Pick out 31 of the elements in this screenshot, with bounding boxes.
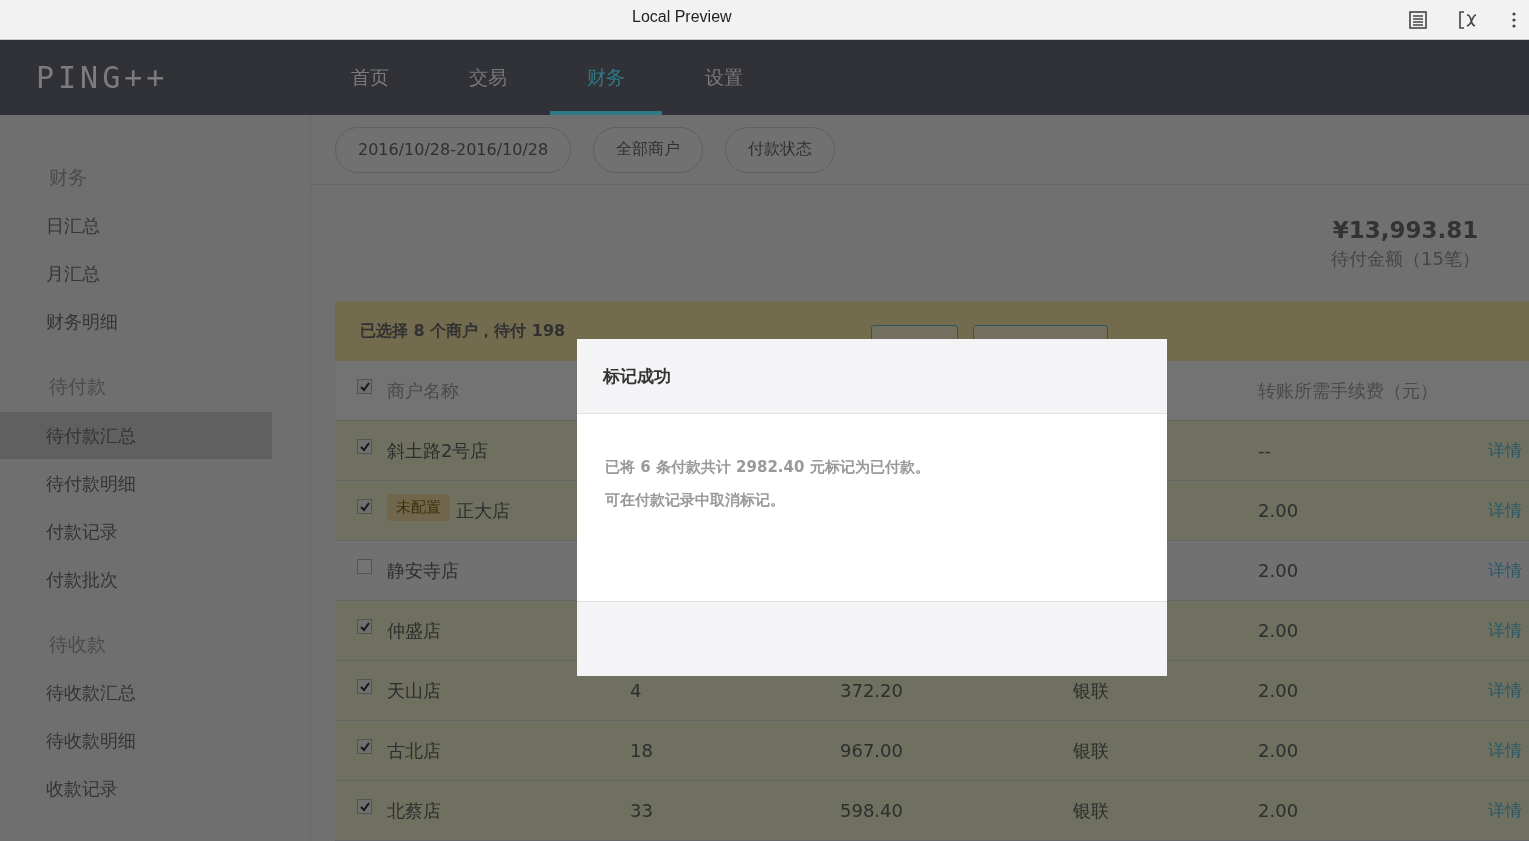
table-cell: 4 <box>630 680 642 701</box>
dialog-message: 已将 6 条付款共计 2982.40 元标记为已付款。 <box>605 458 931 477</box>
table-cell: 2.00 <box>1258 740 1299 761</box>
dialog-title: 标记成功 <box>603 364 671 388</box>
table-cell: 2.00 <box>1258 620 1299 641</box>
table-cell: 银联 <box>1073 679 1109 701</box>
logo: PING++ <box>35 60 170 95</box>
merchant-name: 仲盛店 <box>387 618 441 643</box>
table-cell: 2.00 <box>1258 800 1299 821</box>
merchant-name: 斜土路2号店 <box>387 438 489 463</box>
table-cell: 银联 <box>1073 799 1109 821</box>
merchant-name: 北蔡店 <box>387 798 441 823</box>
table-cell: 2.00 <box>1258 680 1299 701</box>
table-cell: -- <box>1258 440 1271 461</box>
window-title: Local Preview <box>632 8 732 26</box>
table-cell: 967.00 <box>840 740 903 761</box>
merchant-name: 古北店 <box>387 738 441 763</box>
stat-amount: ¥13,993.81 <box>1332 217 1479 244</box>
table-cell: 598.40 <box>840 800 903 821</box>
table-cell: 2.00 <box>1258 560 1299 581</box>
merchant-name: 天山店 <box>387 678 441 703</box>
merchant-name: 正大店 <box>456 498 510 523</box>
dialog-message: 可在付款记录中取消标记。 <box>605 491 786 510</box>
table-cell: 18 <box>630 740 653 761</box>
table-cell: 银联 <box>1073 739 1109 761</box>
table-cell: 33 <box>630 800 653 821</box>
merchant-name: 静安寺店 <box>387 558 459 583</box>
status-tag: 未配置 <box>387 494 450 521</box>
table-cell: 2.00 <box>1258 500 1299 521</box>
table-cell: 372.20 <box>840 680 903 701</box>
selection-summary: 已选择 8 个商户，待付 198 <box>360 320 566 342</box>
